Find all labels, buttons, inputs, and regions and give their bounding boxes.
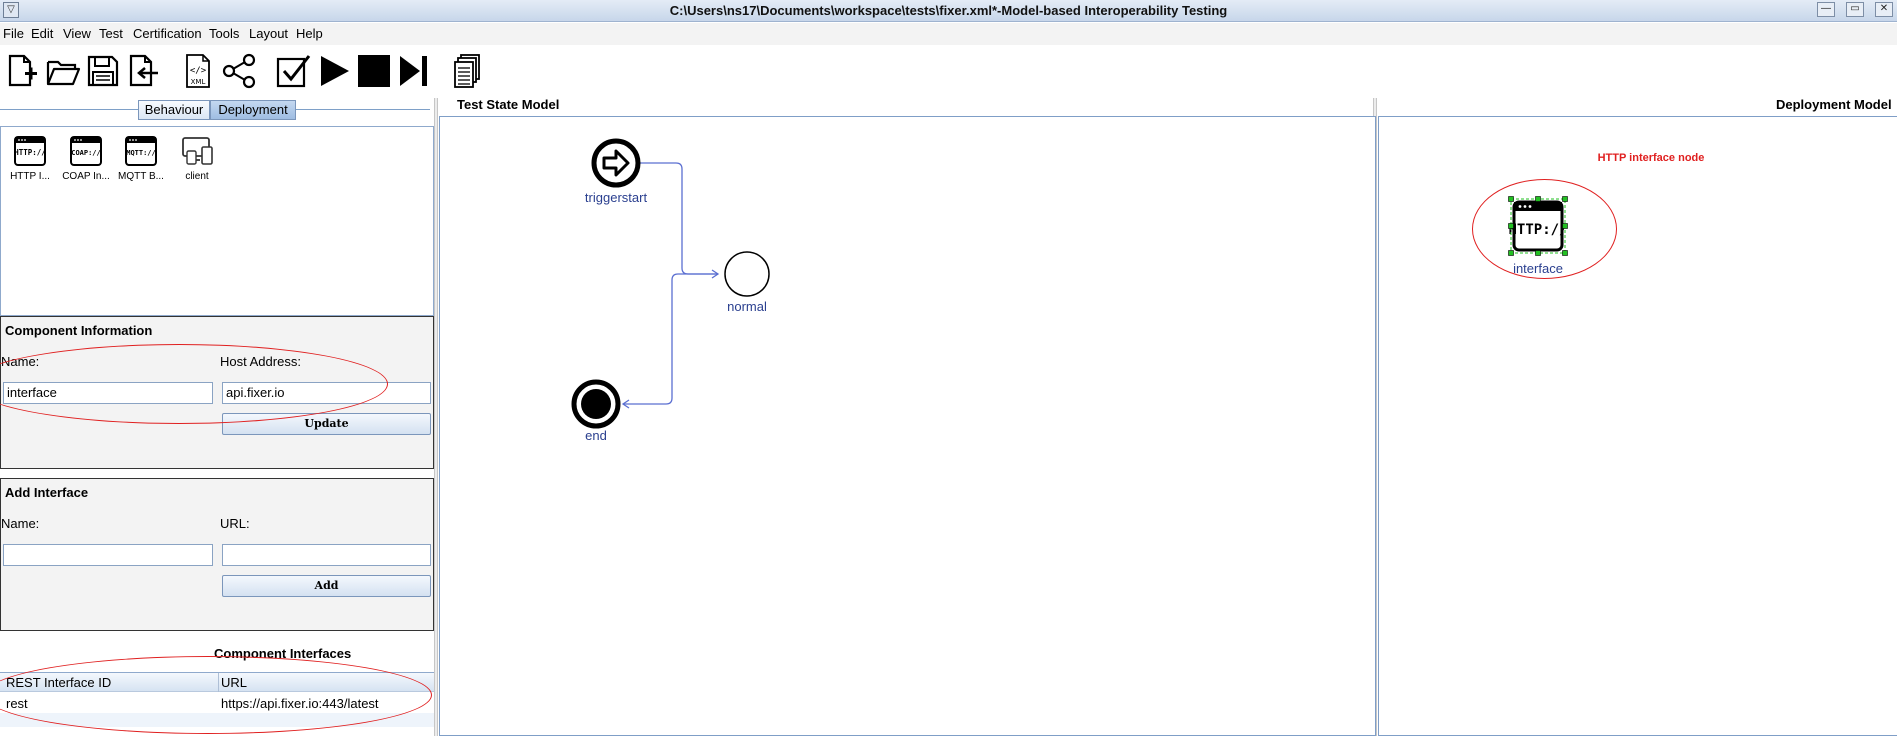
update-button[interactable]: Update [222,413,431,435]
interface-name-label: Name: [1,516,40,531]
add-interface-panel: Add Interface Name: URL: Add [0,478,434,631]
client-devices-icon [182,137,213,165]
interface-name-field[interactable] [3,544,213,566]
palette-item-label: client [185,171,209,182]
http-interface-annotation: HTTP interface node [1597,152,1705,164]
palette-item-coap[interactable]: COAP:// COAP In... [60,135,112,182]
interface-url-field[interactable] [222,544,431,566]
end-node[interactable] [571,379,621,429]
minimize-icon[interactable]: — [1817,2,1835,17]
component-information-panel: Component Information Name: Host Address… [0,316,434,469]
host-address-field[interactable]: api.fixer.io [222,382,431,404]
http-interface-icon: HTTP:// [1508,196,1568,256]
menu-test[interactable]: Test [99,26,123,41]
title-bar: ▽ C:\Users\ns17\Documents\workspace\test… [0,0,1897,22]
svg-text:XML: XML [191,78,206,86]
add-button[interactable]: Add [222,575,431,597]
component-interfaces-heading: Component Interfaces [214,646,352,661]
menu-bar: File Edit View Test Certification Tools … [0,23,1897,45]
end-label: end [585,428,607,443]
svg-text:COAP://: COAP:// [71,149,101,157]
table-row-url[interactable]: https://api.fixer.io:443/latest [221,696,379,711]
host-address-label: Host Address: [220,354,301,369]
xml-icon[interactable]: </> XML [178,50,218,92]
normal-node[interactable] [723,250,771,298]
http-interface-icon: HTTP:// [14,136,46,166]
test-state-model-canvas[interactable]: triggerstart normal end [439,116,1376,736]
component-interfaces-table: REST Interface ID URL rest https://api.f… [0,672,434,736]
start-arrow-icon [591,138,641,188]
triggerstart-label: triggerstart [584,190,648,205]
mqtt-broker-icon: MQTT:// [125,136,157,166]
palette-item-label: COAP In... [62,171,110,182]
svg-text:MQTT://: MQTT:// [126,149,156,157]
svg-text:HTTP://: HTTP:// [1508,222,1567,238]
palette-item-label: HTTP I... [10,171,50,182]
menu-tools[interactable]: Tools [209,26,239,41]
http-interface-node-label: interface [1513,261,1563,276]
share-graph-icon[interactable] [219,50,259,92]
maximize-icon[interactable]: ▭ [1846,2,1864,17]
http-interface-node[interactable]: HTTP:// [1507,196,1569,256]
component-information-heading: Component Information [5,323,153,338]
state-circle-icon [724,251,770,297]
palette-item-label: MQTT B... [118,171,164,182]
left-splitter[interactable] [434,98,438,736]
table-row-empty [0,713,434,727]
menu-file[interactable]: File [3,26,24,41]
menu-view[interactable]: View [63,26,91,41]
deployment-model-canvas[interactable]: HTTP interface node HTTP:// interface [1378,116,1897,736]
menu-help[interactable]: Help [296,26,323,41]
component-name-field[interactable]: interface [3,382,213,404]
open-folder-icon[interactable] [43,50,83,92]
documents-icon[interactable] [447,50,487,92]
play-icon[interactable] [314,50,354,92]
menu-layout[interactable]: Layout [249,26,288,41]
triggerstart-node[interactable] [591,138,641,188]
menu-certification[interactable]: Certification [133,26,202,41]
svg-text:</>: </> [190,66,207,76]
window-title: C:\Users\ns17\Documents\workspace\tests\… [669,3,1228,18]
new-file-icon[interactable] [2,50,42,92]
behaviour-tab[interactable]: Behaviour [138,100,210,120]
stop-icon[interactable] [354,50,394,92]
palette-item-client[interactable]: client [171,135,223,182]
table-header: REST Interface ID URL [0,673,434,692]
edge-normal-to-end [623,273,718,405]
column-header-rest-id[interactable]: REST Interface ID [6,675,111,690]
step-forward-icon[interactable] [394,50,434,92]
end-circle-icon [571,379,621,429]
deployment-model-title: Deployment Model [1776,97,1892,112]
table-row-id[interactable]: rest [6,696,28,711]
toolbar: </> XML [0,46,1897,98]
palette-item-http[interactable]: HTTP:// HTTP I... [4,135,56,182]
palette-item-mqtt[interactable]: MQTT:// MQTT B... [115,135,167,182]
check-icon[interactable] [273,50,313,92]
component-palette: HTTP:// HTTP I... COAP:// COAP In... MQT… [0,126,434,316]
deployment-tab[interactable]: Deployment [210,100,296,120]
column-header-url[interactable]: URL [221,675,247,690]
svg-text:HTTP://: HTTP:// [14,148,46,157]
menu-edit[interactable]: Edit [31,26,53,41]
coap-interface-icon: COAP:// [70,136,102,166]
name-label: Name: [1,354,40,369]
column-separator[interactable] [218,673,219,692]
normal-label: normal [727,299,767,314]
test-state-model-title: Test State Model [457,97,560,112]
application-window: ▽ C:\Users\ns17\Documents\workspace\test… [0,0,1897,736]
close-icon[interactable]: ✕ [1875,2,1893,17]
export-icon[interactable] [123,50,163,92]
add-interface-heading: Add Interface [5,485,89,500]
url-label: URL: [220,516,250,531]
save-icon[interactable] [83,50,123,92]
